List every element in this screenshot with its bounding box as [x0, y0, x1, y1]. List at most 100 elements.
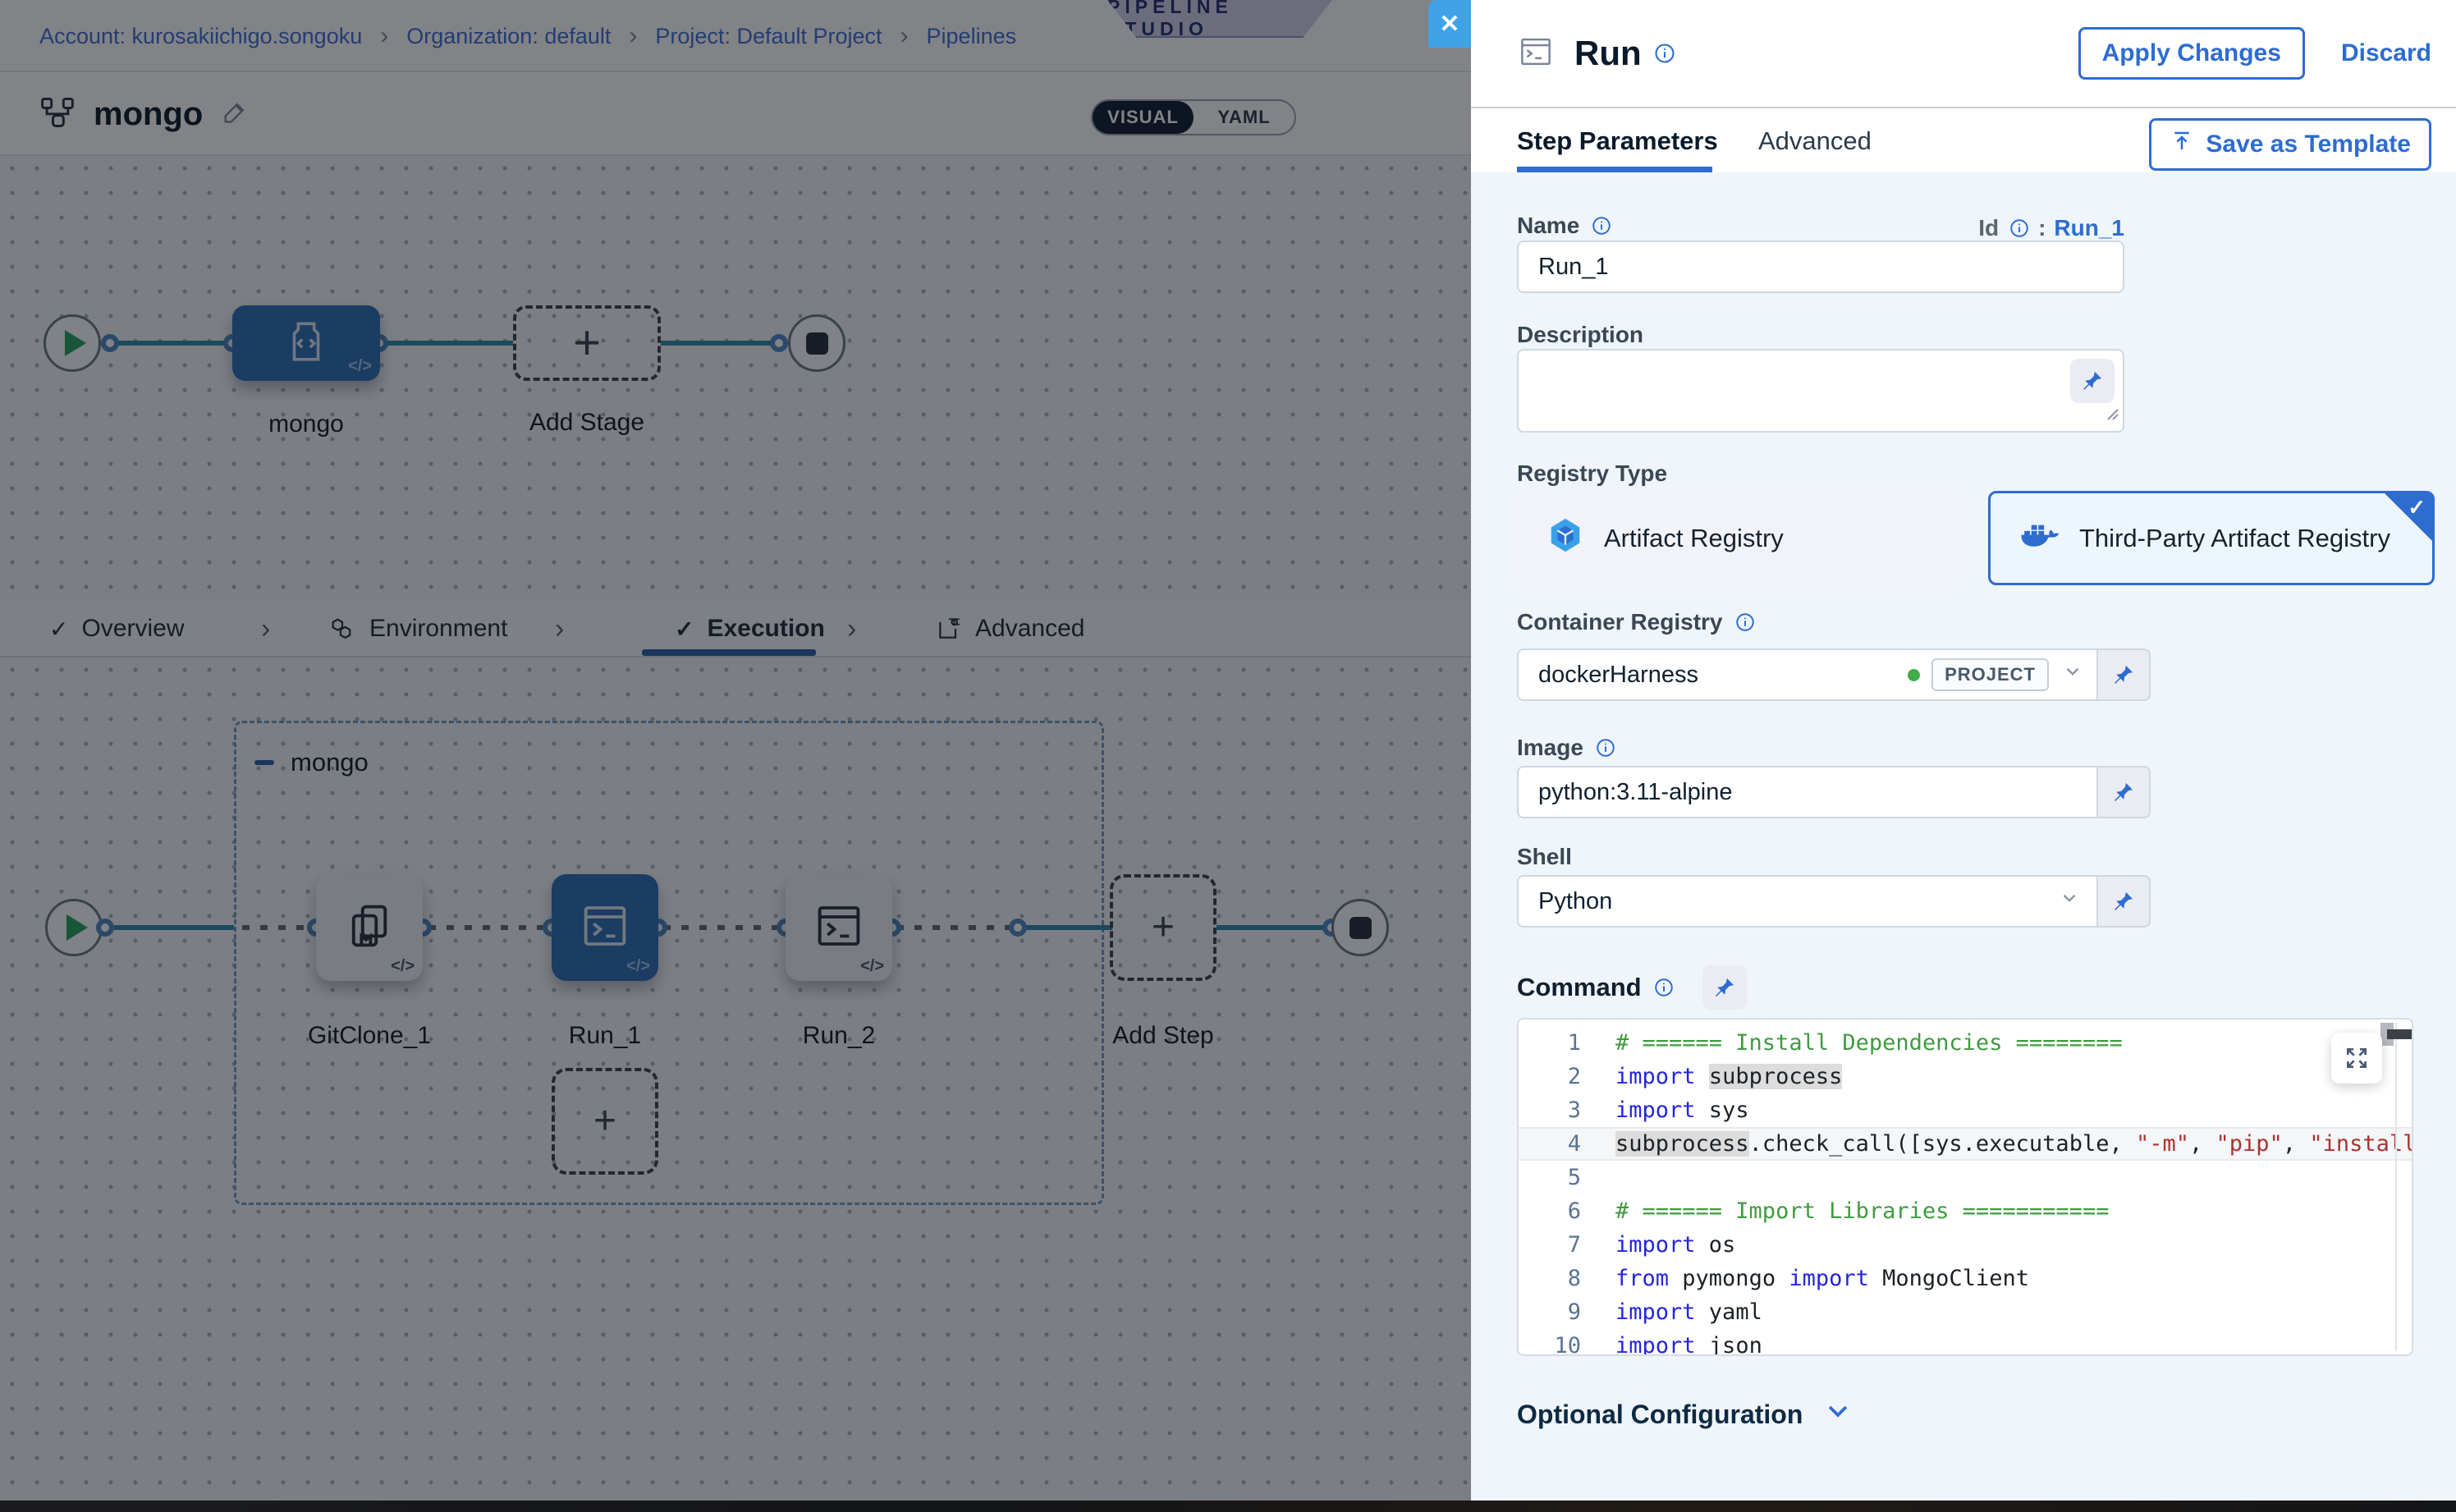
command-label: Command [1517, 973, 1642, 1002]
desktop-edge-strip [0, 1501, 2456, 1512]
info-icon[interactable] [1653, 42, 1676, 65]
code-text: from pymongo import MongoClient [1615, 1262, 2029, 1295]
close-icon: ✕ [1439, 10, 1459, 39]
info-icon[interactable] [2009, 218, 2030, 239]
name-input-value: Run_1 [1538, 254, 1608, 281]
id-label: Id [1978, 215, 1999, 241]
expand-editor-button[interactable] [2331, 1033, 2382, 1084]
pin-icon [1713, 976, 1736, 999]
container-registry-value: dockerHarness [1538, 662, 1698, 689]
container-registry-select[interactable]: dockerHarness PROJECT [1517, 648, 2098, 701]
line-number: 10 [1519, 1329, 1615, 1356]
command-label-row: Command [1517, 965, 1747, 1010]
tab-step-parameters[interactable]: Step Parameters [1517, 110, 1718, 172]
drawer-tabs: Step Parameters Advanced Save as Templat… [1471, 110, 2456, 172]
registry-type-label: Registry Type [1517, 460, 1667, 487]
line-number: 3 [1519, 1093, 1615, 1127]
pin-icon [2112, 781, 2135, 804]
registry-option-artifact-registry[interactable]: Artifact Registry [1517, 491, 1962, 585]
fullscreen-icon [2344, 1045, 2370, 1071]
editor-scrollbar-track[interactable] [2395, 1023, 2397, 1351]
pin-runtime-input-button[interactable] [2098, 766, 2151, 818]
code-text: import sys [1615, 1093, 1749, 1127]
pin-icon [2112, 663, 2135, 686]
code-line[interactable]: 8from pymongo import MongoClient [1519, 1262, 2412, 1295]
chevron-down-icon[interactable] [2059, 887, 2080, 915]
code-line[interactable]: 1# ====== Install Dependencies ======== [1519, 1026, 2412, 1060]
step-parameters-form: Name Id : Run_1 Run_1 [1471, 172, 2456, 1501]
connector-status-dot [1908, 669, 1920, 681]
image-label-row: Image [1517, 735, 1616, 761]
code-line[interactable]: 4subprocess.check_call([sys.executable, … [1519, 1127, 2412, 1161]
code-text: # ====== Install Dependencies ======== [1615, 1026, 2123, 1060]
pin-runtime-input-button[interactable] [2070, 359, 2115, 403]
id-value[interactable]: Run_1 [2054, 215, 2124, 241]
editor-scrollbar-marker [2387, 1029, 2412, 1039]
code-line[interactable]: 10import json [1519, 1329, 2412, 1356]
line-number: 5 [1519, 1161, 1615, 1194]
chevron-down-icon[interactable] [2062, 661, 2083, 689]
pipeline-studio-app: Account: kurosakiichigo.songoku › Organi… [0, 0, 2456, 1512]
name-input[interactable]: Run_1 [1517, 241, 2124, 293]
run-step-icon [1517, 34, 1555, 73]
upload-icon [2170, 129, 2194, 160]
docker-icon [2020, 519, 2060, 558]
active-drawer-tab-underline [1517, 167, 1712, 172]
discard-button[interactable]: Discard [2341, 39, 2431, 67]
optional-configuration-toggle[interactable]: Optional Configuration [1517, 1397, 1852, 1432]
line-number: 8 [1519, 1262, 1615, 1295]
info-icon[interactable] [1595, 737, 1616, 758]
apply-changes-button[interactable]: Apply Changes [2078, 27, 2305, 80]
chevron-down-icon [1824, 1397, 1852, 1432]
code-line[interactable]: 3import sys [1519, 1093, 2412, 1127]
pin-icon [2112, 890, 2135, 913]
description-textarea[interactable] [1517, 349, 2124, 433]
code-line[interactable]: 7import os [1519, 1228, 2412, 1262]
id-separator: : [2038, 215, 2046, 241]
line-number: 2 [1519, 1060, 1615, 1093]
modal-dim-overlay [0, 0, 1471, 1512]
selected-check-icon: ✓ [2408, 495, 2426, 520]
code-text: import yaml [1615, 1295, 1762, 1329]
line-number: 7 [1519, 1228, 1615, 1262]
shell-select[interactable]: Python [1517, 875, 2098, 928]
resize-handle-icon[interactable] [2103, 401, 2119, 428]
registry-option-third-party[interactable]: Third-Party Artifact Registry ✓ [1988, 491, 2435, 585]
step-config-drawer: ✕ Run Apply Changes Discard [1471, 0, 2456, 1501]
code-line[interactable]: 6# ====== Import Libraries =========== [1519, 1194, 2412, 1228]
code-text: import json [1615, 1329, 1762, 1356]
scope-badge: PROJECT [1931, 658, 2049, 691]
close-drawer-button[interactable]: ✕ [1428, 0, 1471, 48]
name-label-row: Name [1517, 213, 1612, 239]
save-as-template-button[interactable]: Save as Template [2149, 118, 2431, 171]
command-editor-lines: 1# ====== Install Dependencies ========2… [1519, 1026, 2412, 1356]
apply-changes-label: Apply Changes [2102, 39, 2281, 67]
image-input-value: python:3.11-alpine [1538, 779, 1732, 806]
artifact-registry-icon [1546, 516, 1584, 561]
pin-icon [2081, 369, 2104, 392]
container-registry-label-row: Container Registry [1517, 609, 1756, 635]
pin-runtime-input-button[interactable] [2098, 875, 2151, 928]
info-icon[interactable] [1591, 215, 1612, 236]
shell-label: Shell [1517, 844, 1572, 870]
artifact-registry-label: Artifact Registry [1604, 524, 1784, 553]
tab-step-advanced[interactable]: Advanced [1758, 110, 1872, 172]
pin-runtime-input-button[interactable] [1702, 965, 1747, 1010]
command-code-editor[interactable]: 1# ====== Install Dependencies ========2… [1517, 1018, 2413, 1356]
code-text: # ====== Import Libraries =========== [1615, 1194, 2109, 1228]
save-as-template-label: Save as Template [2206, 131, 2411, 158]
pin-runtime-input-button[interactable] [2098, 648, 2151, 701]
info-icon[interactable] [1653, 977, 1675, 998]
name-label: Name [1517, 213, 1579, 239]
drawer-title: Run [1574, 34, 1642, 73]
image-input[interactable]: python:3.11-alpine [1517, 766, 2098, 818]
code-line[interactable]: 2import subprocess [1519, 1060, 2412, 1093]
line-number: 6 [1519, 1194, 1615, 1228]
code-line[interactable]: 9import yaml [1519, 1295, 2412, 1329]
line-number: 4 [1519, 1127, 1615, 1161]
optional-configuration-label: Optional Configuration [1517, 1400, 1803, 1430]
code-line[interactable]: 5 [1519, 1161, 2412, 1194]
info-icon[interactable] [1734, 612, 1756, 633]
line-number: 9 [1519, 1295, 1615, 1329]
third-party-registry-label: Third-Party Artifact Registry [2079, 524, 2390, 553]
